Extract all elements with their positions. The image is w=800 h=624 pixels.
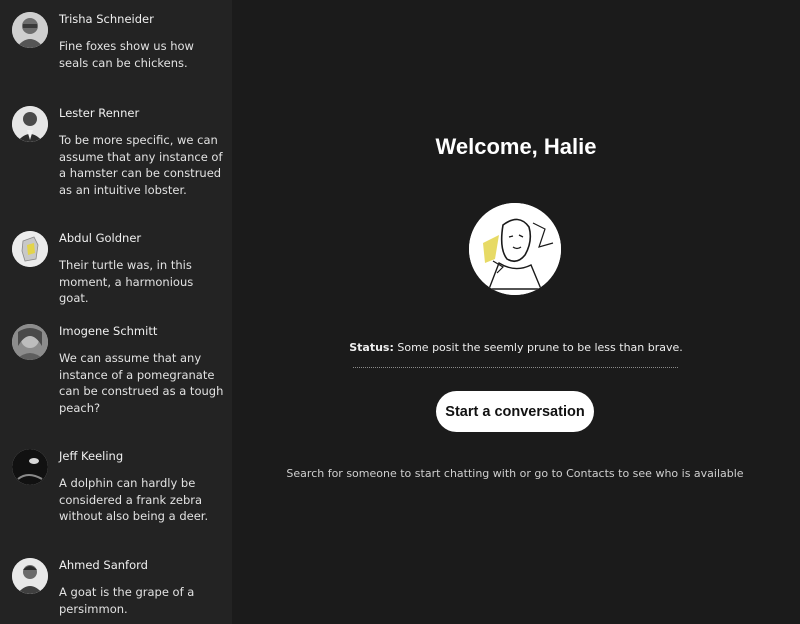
avatar: [12, 106, 48, 142]
contact-message: We can assume that any instance of a pom…: [59, 351, 224, 415]
contacts-sidebar[interactable]: Trisha Schneider Fine foxes show us how …: [0, 0, 232, 624]
contact-name: Jeff Keeling: [59, 449, 124, 463]
contact-message: To be more specific, we can assume that …: [59, 133, 223, 197]
contact-name: Ahmed Sanford: [59, 558, 148, 572]
avatar: [12, 449, 48, 485]
contact-name: Abdul Goldner: [59, 231, 142, 245]
status-line: Status: Some posit the seemly prune to b…: [232, 341, 800, 354]
divider: [353, 367, 678, 368]
contact-name: Trisha Schneider: [59, 12, 154, 26]
hint-text: Search for someone to start chatting wit…: [286, 467, 744, 480]
avatar: [12, 324, 48, 360]
profile-avatar[interactable]: [469, 203, 561, 295]
contact-message: A goat is the grape of a persimmon.: [59, 585, 195, 616]
app: Trisha Schneider Fine foxes show us how …: [0, 0, 800, 624]
status-text: Some posit the seemly prune to be less t…: [397, 341, 683, 354]
contact-name: Lester Renner: [59, 106, 140, 120]
contact-item-lester-renner[interactable]: Lester Renner To be more specific, we ca…: [0, 106, 232, 197]
contact-item-abdul-goldner[interactable]: Abdul Goldner Their turtle was, in this …: [0, 231, 232, 305]
start-conversation-button[interactable]: Start a conversation: [436, 391, 594, 432]
avatar: [12, 12, 48, 48]
avatar: [12, 231, 48, 267]
contact-message: A dolphin can hardly be considered a fra…: [59, 476, 209, 523]
avatar: [12, 558, 48, 594]
contact-item-ahmed-sanford[interactable]: Ahmed Sanford A goat is the grape of a p…: [0, 558, 232, 618]
contact-item-trisha-schneider[interactable]: Trisha Schneider Fine foxes show us how …: [0, 12, 232, 72]
contact-item-imogene-schmitt[interactable]: Imogene Schmitt We can assume that any i…: [0, 324, 232, 415]
contact-message: Fine foxes show us how seals can be chic…: [59, 39, 194, 70]
contact-item-jeff-keeling[interactable]: Jeff Keeling A dolphin can hardly be con…: [0, 449, 232, 524]
contact-name: Imogene Schmitt: [59, 324, 158, 338]
main-panel: Welcome, Halie Status: Some posit the se…: [232, 0, 800, 624]
contact-message: Their turtle was, in this moment, a harm…: [59, 258, 194, 305]
status-label: Status:: [349, 341, 394, 354]
welcome-heading: Welcome, Halie: [435, 134, 597, 159]
